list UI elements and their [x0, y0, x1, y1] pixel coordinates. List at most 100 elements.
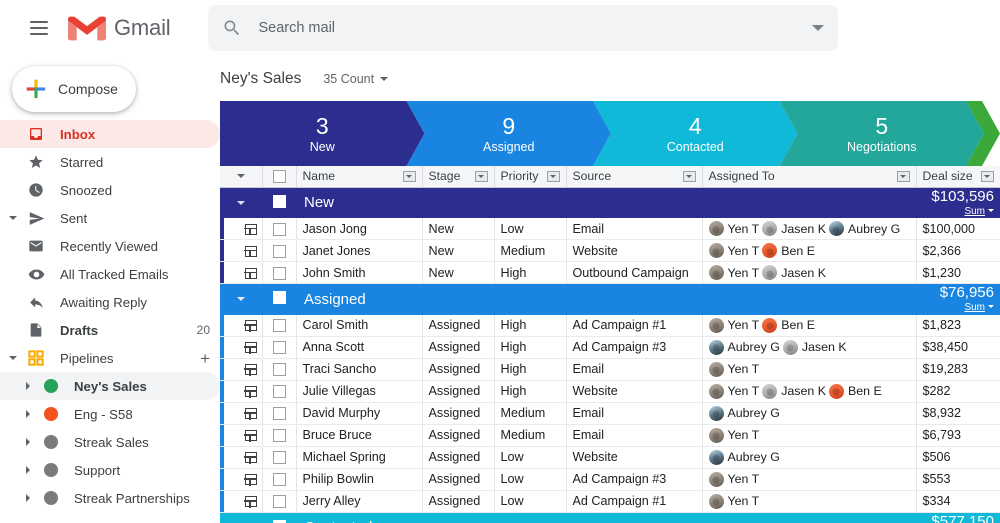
- assignee[interactable]: Jasen K: [762, 265, 826, 280]
- row-expand-icon[interactable]: [240, 358, 263, 381]
- chevron-down-icon[interactable]: [6, 216, 20, 220]
- cell-assigned-to[interactable]: Aubrey G: [702, 446, 917, 469]
- group-expand-toggle[interactable]: [220, 187, 262, 218]
- row-checkbox[interactable]: [262, 218, 297, 240]
- row-expand-icon[interactable]: [240, 402, 263, 425]
- cell-stage[interactable]: Assigned: [422, 424, 495, 447]
- cell-source[interactable]: Website: [566, 239, 703, 262]
- row-checkbox[interactable]: [262, 490, 297, 513]
- cell-name[interactable]: Anna Scott: [296, 336, 423, 359]
- cell-name[interactable]: Philip Bowlin: [296, 468, 423, 491]
- table-row[interactable]: Carol Smith Assigned High Ad Campaign #1 Yen…: [220, 314, 1000, 337]
- row-checkbox[interactable]: [262, 446, 297, 469]
- column-header-source[interactable]: Source: [566, 166, 703, 188]
- cell-name[interactable]: Julie Villegas: [296, 380, 423, 403]
- cell-stage[interactable]: Assigned: [422, 336, 495, 359]
- cell-source[interactable]: Ad Campaign #1: [566, 314, 703, 337]
- row-expand-icon[interactable]: [240, 468, 263, 491]
- pipeline-stage-assigned[interactable]: 9 Assigned: [407, 101, 612, 166]
- column-header-assigned-to[interactable]: Assigned To: [702, 166, 917, 188]
- cell-stage[interactable]: Assigned: [422, 446, 495, 469]
- chevron-right-icon[interactable]: [22, 494, 34, 502]
- chevron-down-icon[interactable]: [812, 25, 825, 31]
- cell-source[interactable]: Ad Campaign #3: [566, 468, 703, 491]
- gmail-logo[interactable]: Gmail: [68, 14, 171, 43]
- table-row[interactable]: Janet Jones New Medium Website Yen T Ben E $2,…: [220, 239, 1000, 262]
- chevron-down-icon[interactable]: [6, 356, 20, 360]
- group-select-checkbox[interactable]: [262, 284, 296, 315]
- cell-name[interactable]: Michael Spring: [296, 446, 423, 469]
- chevron-right-icon[interactable]: [22, 382, 34, 390]
- sidebar-item-snoozed[interactable]: Snoozed: [0, 176, 220, 204]
- search-input[interactable]: [258, 20, 813, 36]
- sidebar-item-streak-partnerships[interactable]: Streak Partnerships: [0, 484, 220, 512]
- cell-priority[interactable]: Low: [494, 218, 567, 240]
- assignee[interactable]: Yen T: [708, 265, 759, 280]
- assignee[interactable]: Yen T: [708, 243, 759, 258]
- cell-priority[interactable]: High: [494, 358, 567, 381]
- row-checkbox[interactable]: [262, 261, 297, 284]
- cell-assigned-to[interactable]: Yen T Jasen K: [702, 261, 917, 284]
- table-row[interactable]: Anna Scott Assigned High Ad Campaign #3 Aubr…: [220, 336, 1000, 359]
- hamburger-icon[interactable]: [16, 5, 62, 51]
- cell-assigned-to[interactable]: Yen T: [702, 468, 917, 491]
- cell-priority[interactable]: High: [494, 314, 567, 337]
- group-select-checkbox[interactable]: [262, 187, 296, 218]
- row-checkbox[interactable]: [262, 380, 297, 403]
- sidebar-item-inbox[interactable]: Inbox: [0, 120, 220, 148]
- assignee[interactable]: Yen T: [708, 471, 759, 487]
- cell-deal-size[interactable]: $334: [916, 490, 1000, 513]
- sidebar-item-recently-viewed[interactable]: Recently Viewed: [0, 232, 220, 260]
- assignee[interactable]: Yen T: [708, 427, 759, 443]
- cell-stage[interactable]: New: [422, 239, 495, 262]
- column-menu-icon[interactable]: [402, 170, 416, 182]
- assignee[interactable]: Yen T: [708, 383, 759, 399]
- sidebar-item-sent[interactable]: Sent: [0, 204, 220, 232]
- column-menu-icon[interactable]: [474, 170, 488, 182]
- assignee[interactable]: Ben E: [762, 317, 815, 333]
- column-menu-icon[interactable]: [980, 170, 994, 182]
- row-checkbox[interactable]: [262, 468, 297, 491]
- cell-deal-size[interactable]: $100,000: [916, 218, 1000, 240]
- cell-assigned-to[interactable]: Yen T: [702, 358, 917, 381]
- cell-source[interactable]: Ad Campaign #1: [566, 490, 703, 513]
- assignee[interactable]: Ben E: [762, 243, 815, 258]
- cell-priority[interactable]: Medium: [494, 239, 567, 262]
- sidebar-item-neys-sales[interactable]: Ney's Sales: [0, 372, 220, 400]
- assignee[interactable]: Aubrey G: [828, 221, 900, 236]
- cell-deal-size[interactable]: $6,793: [916, 424, 1000, 447]
- table-row[interactable]: Michael Spring Assigned Low Website Aubrey G…: [220, 446, 1000, 469]
- chevron-right-icon[interactable]: [22, 410, 34, 418]
- row-expand-icon[interactable]: [240, 218, 263, 240]
- cell-assigned-to[interactable]: Aubrey G Jasen K: [702, 336, 917, 359]
- group-expand-toggle[interactable]: [220, 512, 262, 523]
- row-checkbox[interactable]: [262, 358, 297, 381]
- assignee[interactable]: Jasen K: [762, 383, 826, 399]
- cell-source[interactable]: Email: [566, 358, 703, 381]
- sidebar-item-drafts[interactable]: Drafts 20: [0, 316, 220, 344]
- column-header-deal-size[interactable]: Deal size: [916, 166, 1000, 188]
- cell-stage[interactable]: Assigned: [422, 468, 495, 491]
- cell-deal-size[interactable]: $1,230: [916, 261, 1000, 284]
- pipeline-table-wrap[interactable]: Name Stage Priority Source Assigned To D…: [220, 166, 1000, 523]
- cell-assigned-to[interactable]: Yen T Jasen K Ben E: [702, 380, 917, 403]
- cell-name[interactable]: Jason Jong: [296, 218, 423, 240]
- cell-assigned-to[interactable]: Yen T: [702, 424, 917, 447]
- assignee[interactable]: Aubrey G: [708, 339, 780, 355]
- chevron-right-icon[interactable]: [22, 438, 34, 446]
- sidebar-item-eng-s58[interactable]: Eng - S58: [0, 400, 220, 428]
- add-pipeline-icon[interactable]: +: [200, 350, 210, 367]
- row-expand-icon[interactable]: [240, 261, 263, 284]
- assignee[interactable]: Aubrey G: [708, 449, 780, 465]
- cell-stage[interactable]: Assigned: [422, 490, 495, 513]
- cell-priority[interactable]: Medium: [494, 424, 567, 447]
- cell-name[interactable]: Janet Jones: [296, 239, 423, 262]
- search-bar[interactable]: [208, 5, 839, 51]
- table-row[interactable]: Bruce Bruce Assigned Medium Email Yen T $6,79…: [220, 424, 1000, 447]
- group-row-contacted[interactable]: Contacted$577,150Sum: [220, 512, 1000, 523]
- pipeline-stage-extra[interactable]: [966, 101, 1000, 166]
- cell-stage[interactable]: New: [422, 218, 495, 240]
- column-header-select-all[interactable]: [262, 166, 297, 188]
- row-checkbox[interactable]: [262, 314, 297, 337]
- compose-button[interactable]: Compose: [12, 66, 136, 112]
